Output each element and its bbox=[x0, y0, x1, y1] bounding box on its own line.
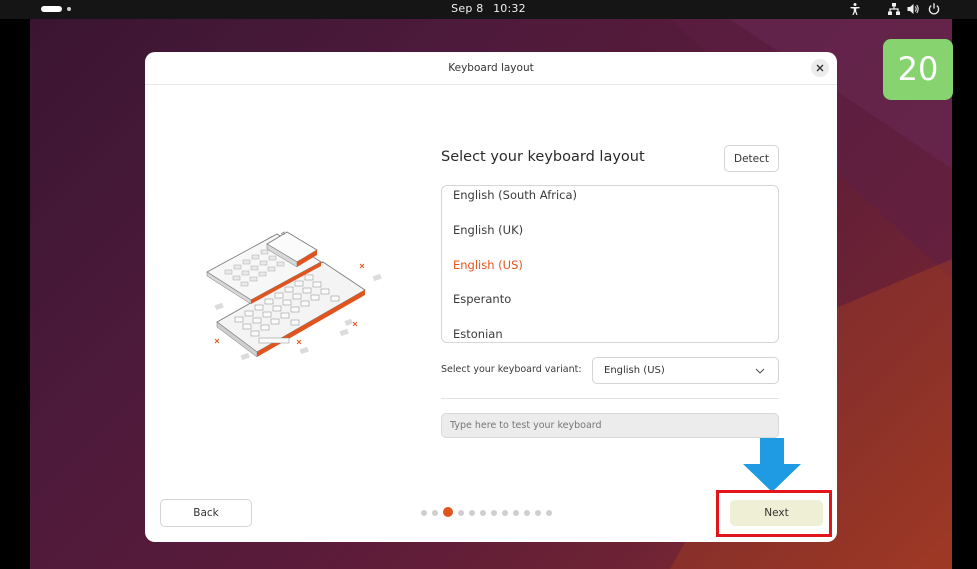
pager-dot bbox=[480, 510, 486, 516]
keyboard-illustration bbox=[206, 231, 382, 361]
layout-item-english-uk[interactable]: English (UK) bbox=[453, 223, 523, 237]
close-button[interactable] bbox=[811, 59, 829, 77]
divider bbox=[441, 398, 779, 399]
clock-time: 10:32 bbox=[493, 2, 526, 15]
pager-dot bbox=[513, 510, 519, 516]
screen: Sep 8 10:32 20 Keyboard layout Select yo… bbox=[0, 0, 977, 569]
top-bar: Sep 8 10:32 bbox=[0, 0, 977, 19]
clock[interactable]: Sep 8 10:32 bbox=[0, 2, 977, 15]
pager-dot bbox=[491, 510, 497, 516]
step-pager bbox=[421, 507, 561, 519]
pager-dot bbox=[546, 510, 552, 516]
pager-dot bbox=[432, 510, 438, 516]
annotation-highlight-box bbox=[716, 490, 832, 537]
pager-dot bbox=[502, 510, 508, 516]
accessibility-icon[interactable] bbox=[848, 2, 862, 16]
pager-dot bbox=[469, 510, 475, 516]
variant-label: Select your keyboard variant: bbox=[441, 364, 582, 375]
detect-button[interactable]: Detect bbox=[724, 145, 779, 172]
pager-dot-active bbox=[443, 507, 453, 517]
back-button[interactable]: Back bbox=[160, 499, 252, 527]
clock-date: Sep 8 bbox=[451, 2, 484, 15]
keyboard-layout-dialog: Keyboard layout Select your keyboard lay… bbox=[145, 52, 837, 542]
annotation-arrow-down-icon bbox=[743, 438, 801, 492]
screen-border-right bbox=[952, 19, 977, 569]
layout-item-english-south-africa[interactable]: English (South Africa) bbox=[453, 188, 577, 202]
chevron-down-icon bbox=[755, 368, 765, 374]
close-icon bbox=[816, 64, 824, 72]
keyboard-layout-list[interactable]: English (South Africa) English (UK) Engl… bbox=[441, 185, 779, 343]
section-heading: Select your keyboard layout bbox=[441, 149, 645, 165]
network-icon[interactable] bbox=[887, 2, 901, 16]
step-counter-badge: 20 bbox=[883, 39, 953, 100]
volume-icon[interactable] bbox=[906, 2, 920, 16]
pager-dot bbox=[421, 510, 427, 516]
keyboard-test-input[interactable] bbox=[441, 413, 779, 438]
layout-item-esperanto[interactable]: Esperanto bbox=[453, 292, 511, 306]
dialog-title: Keyboard layout bbox=[448, 62, 534, 74]
pager-dot bbox=[535, 510, 541, 516]
power-icon[interactable] bbox=[927, 2, 941, 16]
layout-item-estonian[interactable]: Estonian bbox=[453, 327, 503, 341]
screen-border-left bbox=[0, 19, 30, 569]
pager-dot bbox=[524, 510, 530, 516]
pager-dot bbox=[458, 510, 464, 516]
variant-selected-value: English (US) bbox=[604, 365, 665, 376]
dialog-header: Keyboard layout bbox=[145, 52, 837, 85]
layout-item-english-us[interactable]: English (US) bbox=[453, 258, 523, 272]
keyboard-variant-dropdown[interactable]: English (US) bbox=[592, 357, 779, 384]
